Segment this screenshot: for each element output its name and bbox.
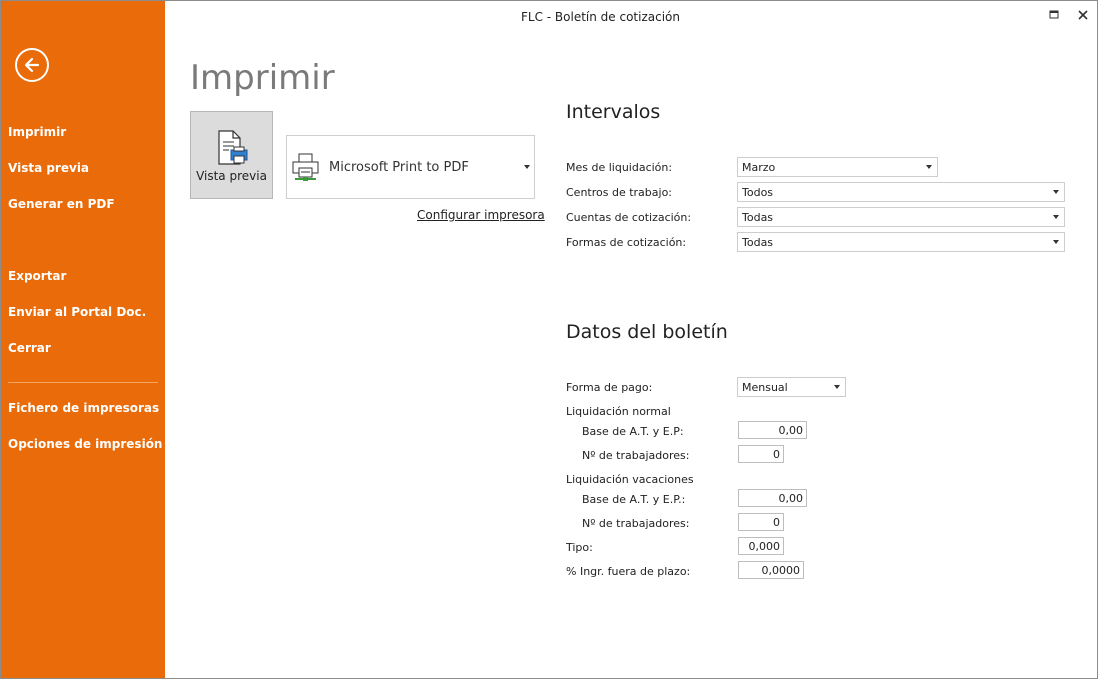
chevron-down-icon: [524, 165, 530, 169]
sidebar-item-opciones-impresion[interactable]: Opciones de impresión: [8, 437, 162, 451]
forma-pago-select[interactable]: Mensual: [737, 377, 846, 397]
chevron-down-icon: [922, 158, 937, 176]
mes-liquidacion-label: Mes de liquidación:: [566, 161, 673, 174]
tipo-field[interactable]: 0,000: [738, 537, 784, 555]
section-title-intervalos: Intervalos: [566, 101, 661, 123]
cuentas-cotizacion-value: Todas: [742, 211, 774, 224]
sidebar-divider: [8, 382, 158, 383]
formas-cotizacion-value: Todas: [742, 236, 774, 249]
sidebar-item-fichero-impresoras[interactable]: Fichero de impresoras: [8, 401, 159, 415]
centros-trabajo-select[interactable]: Todos: [737, 182, 1065, 202]
sidebar-item-enviar-portal[interactable]: Enviar al Portal Doc.: [8, 305, 146, 319]
trabajadores-vacaciones-label: Nº de trabajadores:: [582, 517, 690, 530]
ingreso-fuera-plazo-label: % Ingr. fuera de plazo:: [566, 565, 691, 578]
centros-trabajo-value: Todos: [742, 186, 774, 199]
base-vacaciones-label: Base de A.T. y E.P.:: [582, 493, 686, 506]
sidebar-item-vista-previa[interactable]: Vista previa: [8, 161, 89, 175]
forma-pago-value: Mensual: [742, 381, 788, 394]
configure-printer-link[interactable]: Configurar impresora: [417, 208, 545, 222]
tipo-label: Tipo:: [566, 541, 593, 554]
mes-liquidacion-select[interactable]: Marzo: [737, 157, 938, 177]
chevron-down-icon: [830, 378, 845, 396]
formas-cotizacion-select[interactable]: Todas: [737, 232, 1065, 252]
arrow-left-icon: [24, 57, 40, 73]
print-preview-icon: [218, 130, 248, 165]
back-button[interactable]: [15, 48, 49, 82]
printer-select[interactable]: Microsoft Print to PDF: [286, 135, 535, 199]
window-title: FLC - Boletín de cotización: [521, 10, 680, 24]
centros-trabajo-label: Centros de trabajo:: [566, 186, 673, 199]
formas-cotizacion-label: Formas de cotización:: [566, 236, 687, 249]
trabajadores-vacaciones-field[interactable]: 0: [738, 513, 784, 531]
page-title: Imprimir: [190, 58, 335, 98]
trabajadores-normal-label: Nº de trabajadores:: [582, 449, 690, 462]
ingreso-fuera-plazo-field[interactable]: 0,0000: [738, 561, 804, 579]
maximize-icon: [1049, 10, 1059, 19]
liquidacion-vacaciones-label: Liquidación vacaciones: [566, 473, 694, 486]
cuentas-cotizacion-select[interactable]: Todas: [737, 207, 1065, 227]
section-title-datos-boletin: Datos del boletín: [566, 321, 728, 343]
base-vacaciones-field[interactable]: 0,00: [738, 489, 807, 507]
sidebar-item-imprimir[interactable]: Imprimir: [8, 125, 66, 139]
trabajadores-normal-field[interactable]: 0: [738, 445, 784, 463]
close-icon: [1078, 10, 1088, 20]
cuentas-cotizacion-label: Cuentas de cotización:: [566, 211, 692, 224]
chevron-down-icon: [1049, 208, 1064, 226]
sidebar-item-generar-pdf[interactable]: Generar en PDF: [8, 197, 115, 211]
maximize-button[interactable]: [1047, 8, 1061, 22]
preview-button-label: Vista previa: [196, 169, 267, 183]
base-normal-label: Base de A.T. y E.P:: [582, 425, 684, 438]
sidebar: Imprimir Vista previa Generar en PDF Exp…: [1, 1, 165, 678]
chevron-down-icon: [1049, 233, 1064, 251]
liquidacion-normal-label: Liquidación normal: [566, 405, 671, 418]
forma-pago-label: Forma de pago:: [566, 381, 653, 394]
close-button[interactable]: [1076, 8, 1090, 22]
preview-button[interactable]: Vista previa: [190, 111, 273, 199]
sidebar-item-exportar[interactable]: Exportar: [8, 269, 66, 283]
printer-name: Microsoft Print to PDF: [329, 160, 469, 175]
chevron-down-icon: [1049, 183, 1064, 201]
mes-liquidacion-value: Marzo: [742, 161, 776, 174]
printer-icon: [292, 153, 319, 181]
app-window: Imprimir Vista previa Generar en PDF Exp…: [0, 0, 1098, 679]
base-normal-field[interactable]: 0,00: [738, 421, 807, 439]
sidebar-item-cerrar[interactable]: Cerrar: [8, 341, 51, 355]
